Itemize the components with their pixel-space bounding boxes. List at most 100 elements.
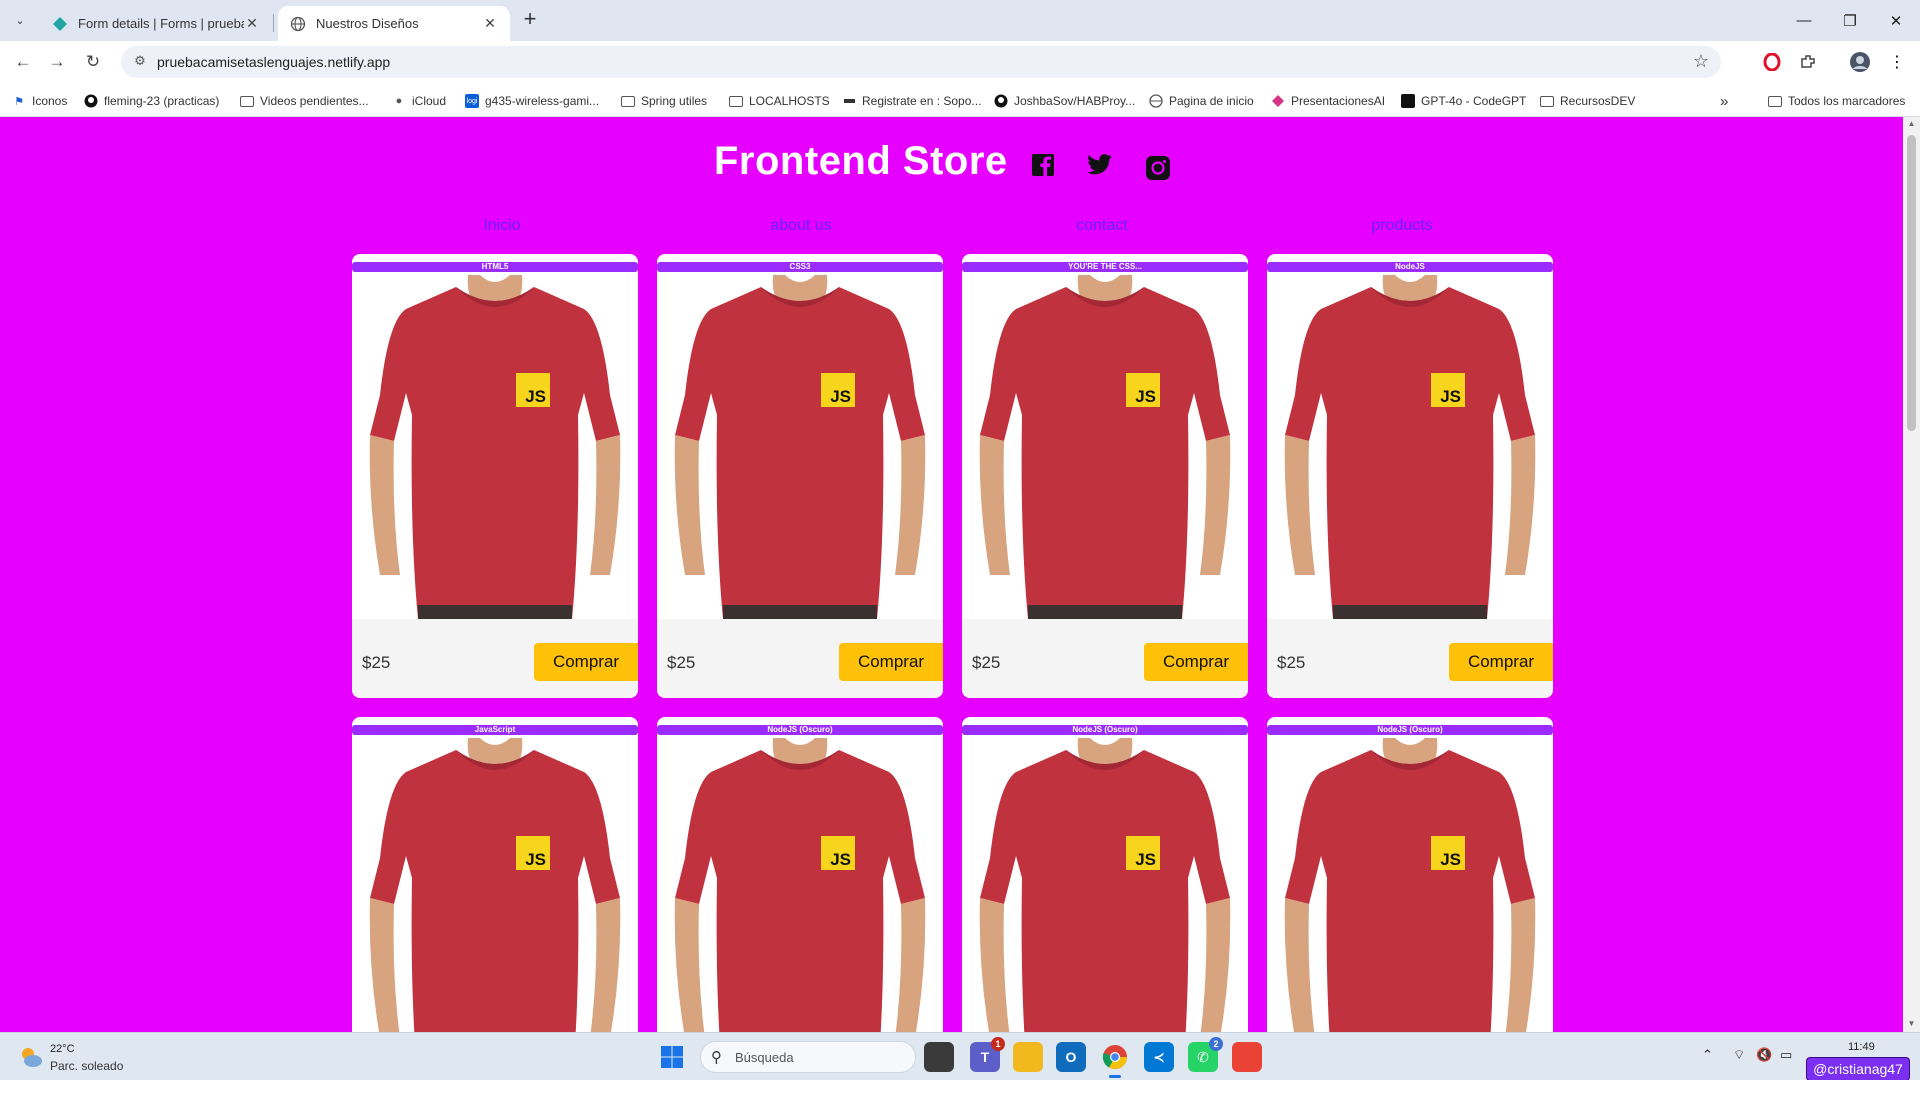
extensions-icon[interactable] — [1797, 51, 1819, 73]
taskbar-search-box[interactable]: ⚲ Búsqueda — [700, 1041, 916, 1073]
page-scrollbar[interactable]: ▲ ▼ — [1903, 117, 1920, 1032]
back-button[interactable]: ← — [8, 48, 38, 76]
weather-sun-cloud-icon[interactable] — [18, 1044, 44, 1070]
file-explorer-icon[interactable] — [1013, 1042, 1043, 1072]
new-tab-button[interactable]: + — [518, 8, 542, 32]
svg-text:JS: JS — [1135, 850, 1156, 869]
close-tab-icon[interactable]: ✕ — [482, 15, 498, 32]
folder-icon — [240, 95, 254, 107]
reload-button[interactable]: ↻ — [78, 48, 108, 76]
chrome-profile-icon[interactable] — [1232, 1042, 1262, 1072]
bookmark-fleming[interactable]: fleming-23 (practicas) — [84, 92, 219, 110]
minimize-button[interactable]: — — [1782, 0, 1826, 41]
tshirt-image: JS — [657, 275, 943, 619]
product-card: NodeJS (Oscuro) JS $25 Comprar — [1267, 717, 1553, 1032]
close-tab-icon[interactable]: ✕ — [244, 15, 260, 32]
tshirt-image: JS — [1267, 738, 1553, 1032]
wifi-icon[interactable]: ⌔ — [1733, 1047, 1745, 1063]
bookmark-codegpt[interactable]: GPT-4o - CodeGPT — [1401, 92, 1526, 110]
bookmark-videos[interactable]: Videos pendientes... — [240, 92, 369, 110]
product-name: NodeJS (Oscuro) — [1267, 725, 1553, 735]
bookmark-pagina-inicio[interactable]: Pagina de inicio — [1149, 92, 1254, 110]
browser-toolbar: ← → ↻ ⚙ pruebacamisetaslenguajes.netlify… — [0, 41, 1920, 83]
product-name: NodeJS — [1267, 262, 1553, 272]
dash-icon — [842, 94, 856, 108]
bookmark-spring[interactable]: Spring utiles — [621, 92, 707, 110]
whatsapp-icon[interactable]: ✆ 2 — [1188, 1037, 1223, 1072]
weather-description: Parc. soleado — [50, 1059, 124, 1073]
github-icon — [994, 94, 1008, 108]
tshirt-image: JS — [1267, 275, 1553, 619]
bookmark-label: LOCALHOSTS — [749, 94, 830, 108]
product-card: HTML5 JS $25 Comprar — [352, 254, 638, 698]
search-placeholder: Búsqueda — [735, 1050, 794, 1065]
teams-icon[interactable]: T1 — [970, 1037, 1005, 1072]
product-price: $25 — [362, 653, 391, 672]
more-bookmarks-button[interactable]: » — [1720, 92, 1728, 110]
url-text: pruebacamisetaslenguajes.netlify.app — [157, 54, 391, 70]
all-bookmarks-button[interactable]: Todos los marcadores — [1768, 92, 1905, 110]
nav-products[interactable]: products — [1322, 217, 1482, 235]
bookmark-localhosts[interactable]: LOCALHOSTS — [729, 92, 830, 110]
product-name: NodeJS (Oscuro) — [962, 725, 1248, 735]
close-window-button[interactable]: ✕ — [1874, 0, 1918, 41]
tab-search-button[interactable]: ⌄ — [6, 8, 34, 32]
chrome-icon[interactable] — [1100, 1042, 1130, 1078]
svg-text:JS: JS — [1440, 850, 1461, 869]
task-view-icon[interactable] — [924, 1042, 954, 1072]
bookmark-joshbasov[interactable]: JoshbaSov/HABProy... — [994, 92, 1135, 110]
bookmark-iconos[interactable]: ⚑ Iconos — [12, 92, 67, 110]
tab-title: Nuestros Diseños — [316, 16, 419, 31]
bookmark-label: iCloud — [412, 94, 447, 108]
tab-nuestros-disenos[interactable]: Nuestros Diseños ✕ — [278, 6, 510, 41]
product-card: JavaScript JS $25 Comprar — [352, 717, 638, 1032]
nav-contact[interactable]: contact — [1022, 217, 1182, 235]
opera-icon[interactable] — [1761, 51, 1783, 73]
clock-time[interactable]: 11:49 — [1848, 1041, 1875, 1053]
bookmark-star-icon[interactable]: ☆ — [1693, 51, 1709, 72]
buy-button[interactable]: Comprar — [1449, 643, 1553, 681]
volume-muted-icon[interactable]: 🔇 — [1756, 1047, 1772, 1063]
bookmark-recursosdev[interactable]: RecursosDEV — [1540, 92, 1635, 110]
product-image: JS — [657, 275, 943, 619]
buy-button[interactable]: Comprar — [534, 643, 638, 681]
product-card: NodeJS (Oscuro) JS $25 Comprar — [657, 717, 943, 1032]
tshirt-image: JS — [962, 275, 1248, 619]
bookmark-registrate[interactable]: Registrate en : Sopo... — [842, 92, 981, 110]
buy-button[interactable]: Comprar — [839, 643, 943, 681]
profile-avatar[interactable] — [1849, 51, 1871, 73]
store-title: Frontend Store — [714, 139, 1008, 183]
product-name: CSS3 — [657, 262, 943, 272]
buy-button[interactable]: Comprar — [1144, 643, 1248, 681]
product-footer: $25 Comprar — [352, 619, 638, 698]
twitter-icon[interactable] — [1086, 151, 1114, 179]
bookmark-label: Spring utiles — [641, 94, 708, 108]
bookmark-icloud[interactable]: ● iCloud — [392, 92, 446, 110]
windows-taskbar: 22°C Parc. soleado ⚲ Búsqueda T1 O ≺ ✆ 2 … — [0, 1032, 1920, 1081]
show-hidden-icons-chevron-icon[interactable]: ⌃ — [1702, 1047, 1713, 1063]
browser-menu-icon[interactable]: ⋮ — [1886, 51, 1908, 73]
instagram-icon[interactable] — [1144, 154, 1172, 182]
restore-button[interactable]: ❐ — [1828, 0, 1872, 41]
product-footer: $25 Comprar — [657, 619, 943, 698]
bookmark-logitech[interactable]: logi g435-wireless-gami... — [465, 92, 599, 110]
facebook-icon[interactable] — [1029, 151, 1057, 179]
outlook-icon[interactable]: O — [1056, 1042, 1086, 1072]
bookmark-presentaciones[interactable]: PresentacionesAI — [1271, 92, 1385, 110]
product-image: JS — [1267, 275, 1553, 619]
svg-text:JS: JS — [1440, 387, 1461, 406]
site-info-icon[interactable]: ⚙ — [131, 53, 149, 71]
windows-start-icon[interactable] — [660, 1045, 684, 1069]
svg-text:JS: JS — [830, 387, 851, 406]
address-bar[interactable]: ⚙ pruebacamisetaslenguajes.netlify.app ☆ — [121, 46, 1721, 78]
forward-button[interactable]: → — [42, 48, 72, 76]
tab-form-details[interactable]: Form details | Forms | pruebaca ✕ — [40, 6, 272, 41]
svg-text:JS: JS — [525, 387, 546, 406]
battery-icon[interactable]: ▭ — [1780, 1047, 1792, 1063]
nav-about-us[interactable]: about us — [721, 217, 881, 235]
scroll-down-icon[interactable]: ▼ — [1903, 1019, 1920, 1028]
scrollbar-thumb[interactable] — [1907, 135, 1916, 431]
vscode-icon[interactable]: ≺ — [1144, 1042, 1174, 1072]
nav-inicio[interactable]: Inicio — [422, 217, 582, 235]
scroll-up-icon[interactable]: ▲ — [1903, 119, 1920, 128]
